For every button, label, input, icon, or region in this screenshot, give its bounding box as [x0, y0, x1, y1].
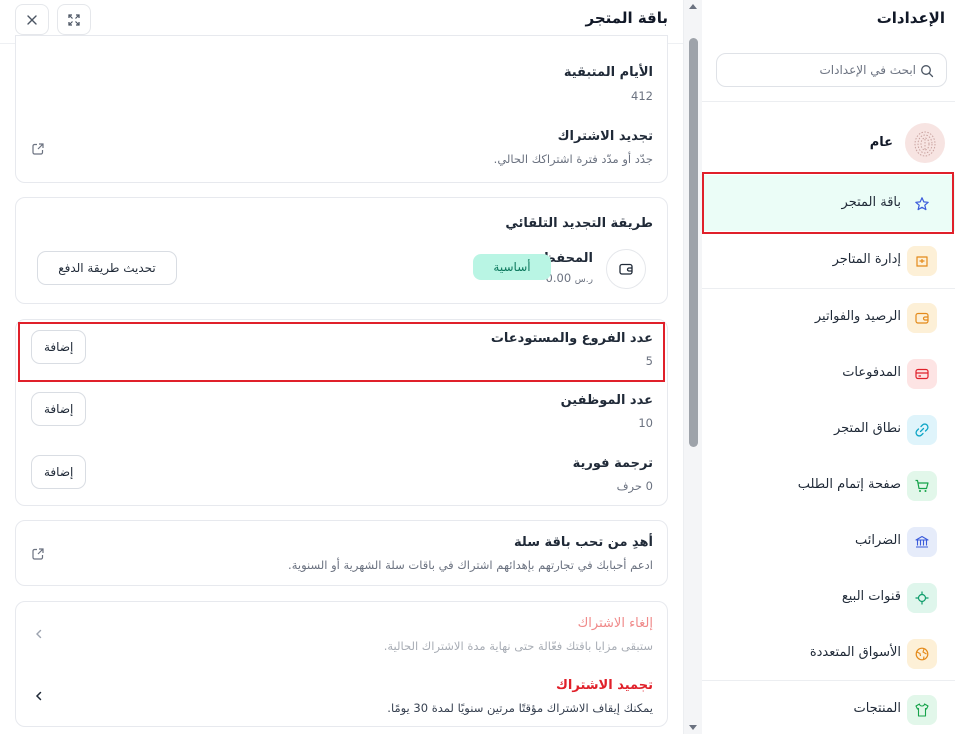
sidebar-item-store-domain[interactable]: نطاق المتجر	[702, 401, 955, 457]
wallet-icon	[907, 303, 937, 333]
sidebar-item-products[interactable]: المنتجات	[702, 681, 955, 734]
settings-sidebar: الإعدادات عام باقة المتجر	[702, 0, 955, 734]
search-icon	[921, 65, 934, 78]
link-icon	[907, 415, 937, 445]
search-box[interactable]	[716, 53, 947, 87]
globe-icon	[907, 639, 937, 669]
currency-symbol: ر.س	[574, 275, 593, 285]
cancel-subscription-title[interactable]: إلغاء الاشتراك	[578, 616, 653, 631]
sidebar-item-store-management[interactable]: إدارة المتاجر	[702, 232, 955, 288]
addon-value: 5	[645, 354, 653, 368]
wallet-icon	[619, 263, 633, 275]
subscription-card: الأيام المتبقية 412 تجديد الاشتراك جدّد …	[15, 35, 668, 183]
sidebar-item-label: إدارة المتاجر	[832, 252, 901, 267]
addon-title: عدد الموظفين	[560, 393, 653, 408]
remaining-days-value: 412	[631, 89, 653, 103]
expand-icon	[68, 13, 80, 26]
scroll-thumb[interactable]	[689, 38, 698, 447]
sidebar-title: الإعدادات	[876, 9, 945, 27]
panel-content: الأيام المتبقية 412 تجديد الاشتراك جدّد …	[0, 35, 683, 734]
sidebar-item-label: باقة المتجر	[841, 195, 901, 210]
sidebar-item-label: الرصيد والفواتير	[814, 309, 901, 324]
sidebar-item-balance-invoices[interactable]: الرصيد والفواتير	[702, 289, 955, 345]
card-icon	[907, 359, 937, 389]
gift-card[interactable]: أهدِ من تحب باقة سلة ادعم أحبابك في تجار…	[15, 520, 668, 586]
sidebar-item-general[interactable]: عام	[702, 120, 955, 166]
sidebar-item-label: عام	[869, 135, 893, 150]
sidebar-item-store-plan[interactable]: باقة المتجر	[702, 175, 955, 231]
sidebar-item-checkout-page[interactable]: صفحة إتمام الطلب	[702, 457, 955, 513]
cart-icon	[907, 471, 937, 501]
scrollbar[interactable]	[683, 0, 702, 734]
sidebar-item-label: نطاق المتجر	[833, 421, 901, 436]
add-employees-button[interactable]: إضافة	[31, 392, 87, 426]
gift-title: أهدِ من تحب باقة سلة	[514, 535, 653, 550]
chevron-left-icon[interactable]	[33, 690, 45, 702]
freeze-subscription-subtitle: يمكنك إيقاف الاشتراك مؤقتًا مرتين سنويًا…	[387, 701, 653, 715]
expand-button[interactable]	[57, 4, 91, 35]
auto-renewal-card: طريقة التجديد التلقائي المحفظة 0.00 ر.س …	[15, 197, 668, 304]
sidebar-item-sales-channels[interactable]: قنوات البيع	[702, 569, 955, 625]
addon-title: ترجمة فورية	[572, 456, 653, 471]
sidebar-item-label: المنتجات	[853, 701, 901, 716]
primary-badge: أساسية	[473, 254, 551, 280]
external-link-icon[interactable]	[31, 142, 45, 156]
wallet-balance-row: 0.00 ر.س	[546, 271, 593, 285]
sidebar-item-label: الضرائب	[854, 533, 901, 548]
external-link-icon[interactable]	[31, 547, 45, 561]
renew-title[interactable]: تجديد الاشتراك	[558, 129, 653, 144]
star-icon	[907, 189, 937, 219]
page-title: باقة المتجر	[585, 9, 669, 27]
sidebar-item-label: المدفوعات	[842, 365, 901, 380]
subscription-actions-card: إلغاء الاشتراك ستبقى مزايا باقتك فعّالة …	[15, 601, 668, 727]
bank-icon	[907, 527, 937, 557]
addon-value: 10	[638, 416, 653, 430]
store-plan-panel: باقة المتجر الأيام المتبقية 412 تجديد ال…	[0, 0, 683, 734]
addon-title: عدد الفروع والمستودعات	[490, 331, 653, 346]
add-translation-button[interactable]: إضافة	[31, 455, 87, 489]
addons-card: عدد الفروع والمستودعات 5 إضافة عدد الموظ…	[15, 319, 668, 506]
sidebar-item-label: الأسواق المتعددة	[809, 645, 901, 660]
sidebar-item-label: قنوات البيع	[841, 589, 901, 604]
sidebar-item-label: صفحة إتمام الطلب	[797, 477, 901, 492]
cancel-subscription-subtitle: ستبقى مزايا باقتك فعّالة حتى نهاية مدة ا…	[383, 639, 653, 653]
sidebar-item-taxes[interactable]: الضرائب	[702, 513, 955, 569]
fingerprint-icon	[914, 131, 936, 157]
renew-subtitle: جدّد أو مدّد فترة اشتراكك الحالي.	[493, 152, 653, 166]
sidebar-item-multi-markets[interactable]: الأسواق المتعددة	[702, 625, 955, 681]
shirt-icon	[907, 695, 937, 725]
sidebar-item-payments[interactable]: المدفوعات	[702, 345, 955, 401]
scroll-up-arrow[interactable]	[689, 4, 697, 9]
update-payment-method-button[interactable]: تحديث طريقة الدفع	[37, 251, 177, 285]
addon-value: 0 حرف	[616, 479, 653, 493]
avatar	[905, 123, 945, 163]
gift-subtitle: ادعم أحبابك في تجارتهم بإهدائهم اشتراك ف…	[288, 558, 653, 572]
store-icon	[907, 246, 937, 276]
close-icon	[27, 14, 37, 25]
divider	[702, 101, 955, 102]
add-branches-button[interactable]: إضافة	[31, 330, 87, 364]
channels-icon	[907, 583, 937, 613]
search-input[interactable]	[736, 60, 916, 80]
freeze-subscription-title[interactable]: تجميد الاشتراك	[556, 678, 653, 693]
auto-renewal-title: طريقة التجديد التلقائي	[505, 216, 653, 231]
scroll-down-arrow[interactable]	[689, 725, 697, 730]
remaining-days-label: الأيام المتبقية	[563, 65, 653, 80]
wallet-method-icon	[606, 249, 646, 289]
close-button[interactable]	[15, 4, 49, 35]
chevron-left-icon[interactable]	[33, 628, 45, 640]
